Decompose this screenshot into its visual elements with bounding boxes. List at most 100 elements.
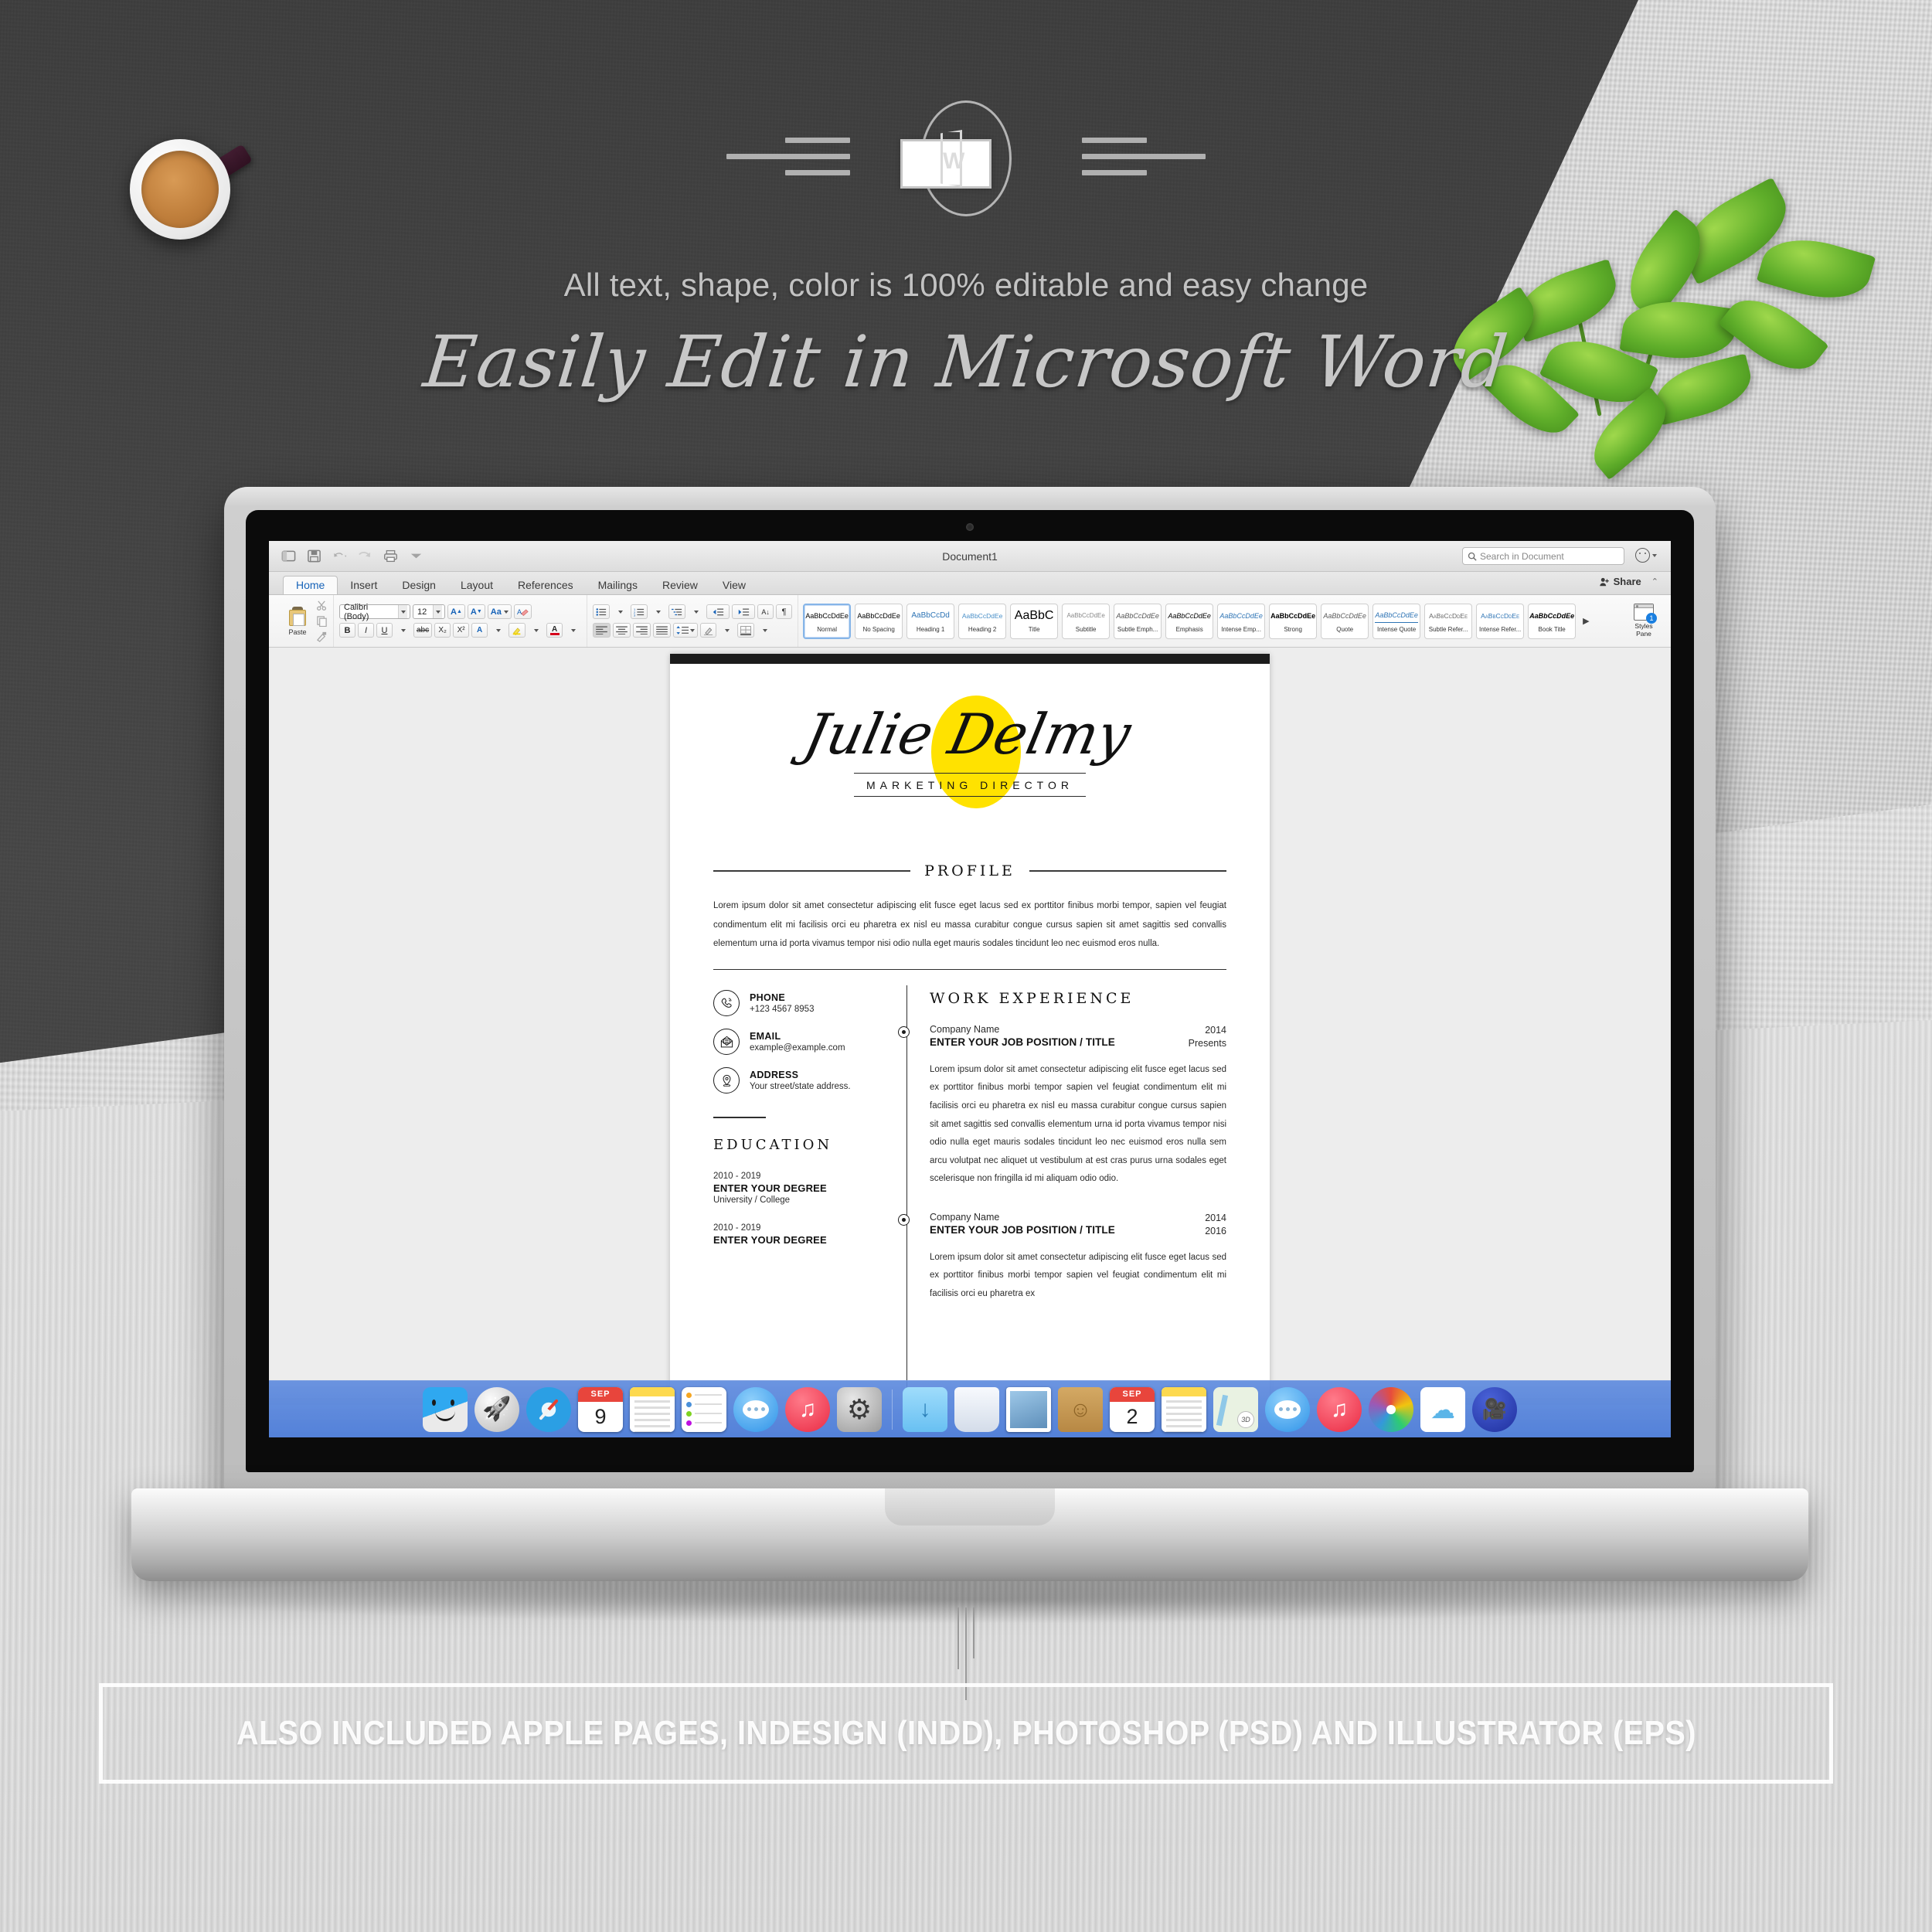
- text-effects-options-button[interactable]: [490, 623, 506, 638]
- dock-item-downloads[interactable]: [903, 1386, 947, 1432]
- style-subtle-emphasis[interactable]: AaBbCcDdEe Subtle Emph...: [1114, 603, 1162, 639]
- dock-item-messages[interactable]: [1265, 1386, 1310, 1432]
- dock-item-safari[interactable]: [526, 1386, 571, 1432]
- tab-layout[interactable]: Layout: [448, 577, 505, 594]
- dock-item-reminders[interactable]: [682, 1386, 726, 1432]
- paintbrush-icon[interactable]: [316, 631, 328, 642]
- strikethrough-button[interactable]: abc: [413, 623, 433, 638]
- show-marks-button[interactable]: ¶: [776, 604, 793, 619]
- tab-view[interactable]: View: [710, 577, 758, 594]
- ribbon-group-font[interactable]: Calibri (Body) 12 A ▲ A ▼ Aa A B I U abc…: [334, 595, 588, 647]
- dock-item-facetime[interactable]: [1472, 1386, 1517, 1432]
- dock-item-notes[interactable]: [1162, 1386, 1206, 1432]
- line-spacing-button[interactable]: [673, 623, 699, 638]
- shading-options-button[interactable]: [719, 623, 735, 638]
- dock-item-launchpad[interactable]: [474, 1386, 519, 1432]
- style-no-spacing[interactable]: AaBbCcDdEe No Spacing: [855, 603, 903, 639]
- styles-pane-button[interactable]: 1 Styles Pane: [1625, 604, 1662, 638]
- italic-button[interactable]: I: [358, 623, 374, 638]
- align-center-button[interactable]: [613, 623, 631, 638]
- style-intense-reference[interactable]: AaBbCcDdEe Intense Refer...: [1476, 603, 1525, 639]
- tab-insert[interactable]: Insert: [338, 577, 389, 594]
- style-title[interactable]: AaBbC Title: [1010, 603, 1059, 639]
- dock-item-maps[interactable]: 3D: [1213, 1386, 1258, 1432]
- search-input[interactable]: Search in Document: [1462, 547, 1624, 565]
- numbered-list-button[interactable]: 123: [631, 604, 648, 619]
- font-color-options-button[interactable]: [565, 623, 581, 638]
- style-heading-2[interactable]: AaBbCcDdEe Heading 2: [958, 603, 1007, 639]
- ribbon[interactable]: Paste Calibri (Body) 12 A ▲ A ▼ Aa A B I…: [269, 595, 1671, 648]
- font-color-button[interactable]: A: [546, 623, 563, 638]
- tab-references[interactable]: References: [505, 577, 586, 594]
- document-canvas[interactable]: Julie Delmy MARKETING DIRECTOR PROFILE L…: [269, 648, 1671, 1405]
- sort-button[interactable]: A↓: [757, 604, 774, 619]
- dock-item-finder[interactable]: [423, 1386, 468, 1432]
- font-family-combo[interactable]: Calibri (Body): [339, 603, 410, 621]
- text-effects-button[interactable]: A: [471, 623, 488, 638]
- collapse-ribbon-icon[interactable]: ⌃: [1651, 577, 1658, 587]
- style-intense-quote[interactable]: AaBbCcDdEe Intense Quote: [1372, 603, 1421, 639]
- dock-item-trash[interactable]: [954, 1386, 999, 1432]
- superscript-button[interactable]: X²: [453, 623, 470, 638]
- styles-gallery[interactable]: AaBbCcDdEe Normal AaBbCcDdEe No Spacing …: [798, 603, 1620, 639]
- tab-mailings[interactable]: Mailings: [586, 577, 650, 594]
- dock-item-itunes[interactable]: [1317, 1386, 1362, 1432]
- style-strong[interactable]: AaBbCcDdEe Strong: [1269, 603, 1318, 639]
- style-normal[interactable]: AaBbCcDdEe Normal: [803, 603, 852, 639]
- shrink-font-button[interactable]: A ▼: [467, 604, 485, 619]
- paste-button[interactable]: Paste: [282, 606, 313, 636]
- subscript-button[interactable]: X₂: [434, 623, 451, 638]
- mac-dock[interactable]: SEP 9: [269, 1380, 1671, 1437]
- dock-item-messages[interactable]: [733, 1386, 778, 1432]
- dock-item-calendar[interactable]: SEP 2: [1110, 1386, 1155, 1432]
- dock-item-photos[interactable]: [1369, 1386, 1413, 1432]
- style-subtle-reference[interactable]: AaBbCcDdEe Subtle Refer...: [1424, 603, 1473, 639]
- dock-item-notes[interactable]: [630, 1386, 675, 1432]
- style-book-title[interactable]: AaBbCcDdEe Book Title: [1528, 603, 1577, 639]
- align-left-button[interactable]: [593, 623, 611, 638]
- font-size-combo[interactable]: 12: [413, 604, 445, 619]
- bold-button[interactable]: B: [339, 623, 355, 638]
- clear-formatting-button[interactable]: A: [513, 604, 532, 619]
- borders-button[interactable]: [737, 623, 755, 638]
- underline-button[interactable]: U: [376, 623, 393, 638]
- styles-more-button[interactable]: ▶: [1580, 616, 1592, 626]
- decrease-indent-button[interactable]: [706, 604, 730, 619]
- ribbon-group-clipboard[interactable]: Paste: [277, 595, 334, 647]
- dock-item-icloud[interactable]: [1420, 1386, 1465, 1432]
- dock-item-contacts[interactable]: [1058, 1386, 1103, 1432]
- tab-home[interactable]: Home: [283, 576, 338, 594]
- highlight-button[interactable]: [509, 623, 526, 638]
- bullets-options-button[interactable]: [612, 604, 628, 619]
- clipboard-mini-buttons[interactable]: [316, 600, 328, 642]
- style-intense-emphasis[interactable]: AaBbCcDdEe Intense Emp...: [1217, 603, 1266, 639]
- grow-font-button[interactable]: A ▲: [447, 604, 465, 619]
- ribbon-group-styles-pane[interactable]: 1 Styles Pane: [1620, 595, 1668, 647]
- scissors-icon[interactable]: [316, 600, 328, 611]
- style-emphasis[interactable]: AaBbCcDdEe Emphasis: [1165, 603, 1214, 639]
- dock-item-calendar[interactable]: SEP 9: [578, 1386, 623, 1432]
- increase-indent-button[interactable]: [732, 604, 756, 619]
- underline-options-button[interactable]: [395, 623, 411, 638]
- dock-item-system-preferences[interactable]: [837, 1386, 882, 1432]
- ribbon-tab-bar[interactable]: Home Insert Design Layout References Mai…: [269, 572, 1671, 595]
- style-quote[interactable]: AaBbCcDdEe Quote: [1321, 603, 1369, 639]
- tab-review[interactable]: Review: [650, 577, 710, 594]
- bulleted-list-button[interactable]: [593, 604, 611, 619]
- tab-design[interactable]: Design: [389, 577, 448, 594]
- multilevel-list-button[interactable]: [668, 604, 686, 619]
- ribbon-group-paragraph[interactable]: 123 A↓ ¶: [587, 595, 799, 647]
- share-button[interactable]: Share ⌃: [1599, 576, 1658, 587]
- numbering-options-button[interactable]: [650, 604, 666, 619]
- feedback-button[interactable]: [1635, 548, 1657, 563]
- justify-button[interactable]: [653, 623, 672, 638]
- align-right-button[interactable]: [633, 623, 651, 638]
- multilevel-options-button[interactable]: [688, 604, 704, 619]
- dock-item-itunes[interactable]: [785, 1386, 830, 1432]
- highlight-options-button[interactable]: [528, 623, 544, 638]
- change-case-button[interactable]: Aa: [487, 604, 512, 619]
- shading-button[interactable]: [700, 623, 717, 638]
- style-heading-1[interactable]: AaBbCcDd Heading 1: [906, 603, 955, 639]
- borders-options-button[interactable]: [757, 623, 773, 638]
- style-subtitle[interactable]: AaBbCcDdEe Subtitle: [1062, 603, 1111, 639]
